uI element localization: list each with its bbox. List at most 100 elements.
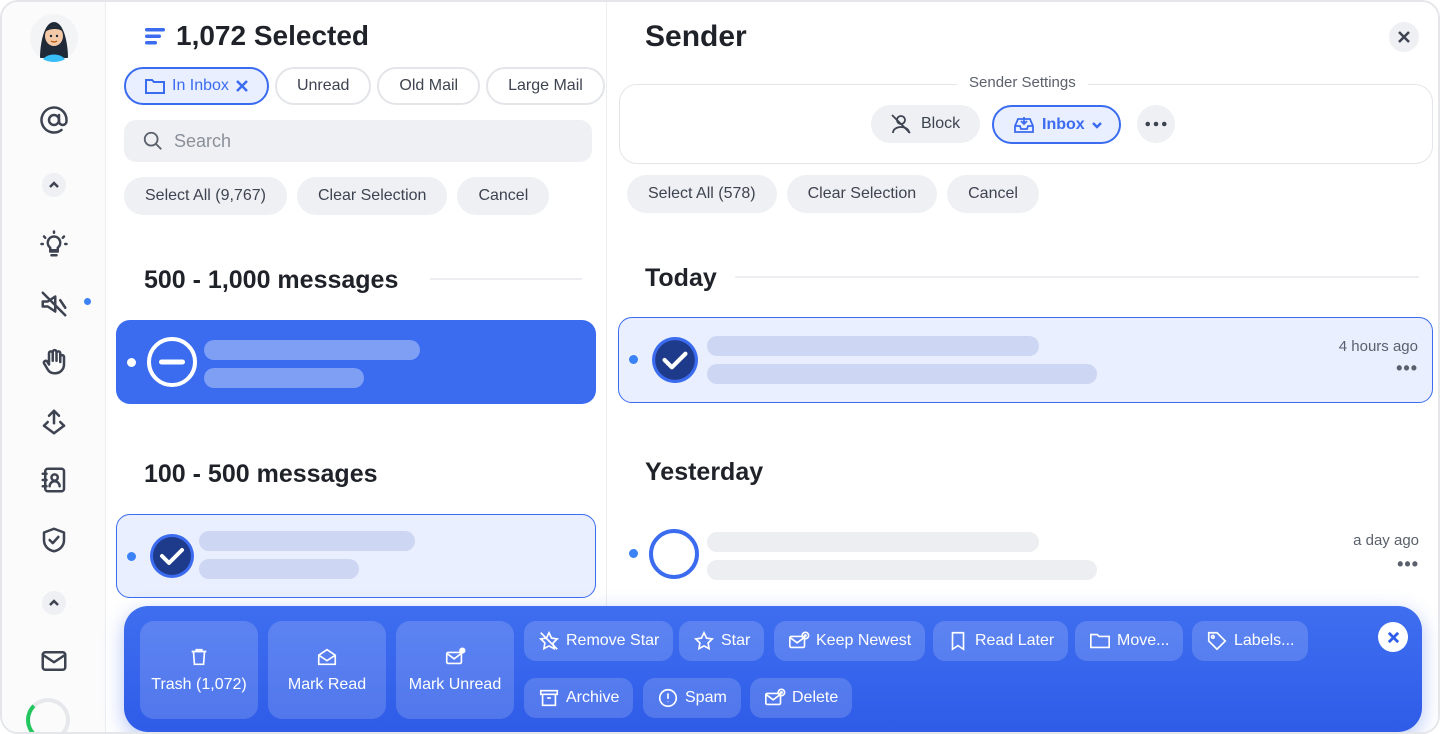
archive-button[interactable]: Archive <box>524 678 634 718</box>
alert-circle-icon <box>658 688 678 708</box>
remove-star-button[interactable]: Remove Star <box>524 621 674 661</box>
sender-group-row[interactable] <box>116 320 596 404</box>
block-label: Block <box>921 115 961 132</box>
shield-check-icon[interactable] <box>36 522 72 558</box>
move-label: Move... <box>1117 632 1170 649</box>
star-label: Star <box>721 632 751 649</box>
filter-chip-label: Unread <box>296 77 350 94</box>
bulk-action-bar: Trash (1,072) Mark Read Mark Unread Remo… <box>124 606 1422 732</box>
star-button[interactable]: Star <box>679 621 765 661</box>
block-button[interactable]: Block <box>871 105 981 143</box>
close-button[interactable] <box>1389 22 1419 52</box>
search-icon <box>143 131 162 150</box>
placeholder-bar <box>204 368 364 388</box>
chevron-up-icon[interactable] <box>42 591 66 615</box>
check-circle-icon[interactable] <box>149 533 195 579</box>
message-row[interactable]: a day ago ••• <box>618 512 1433 598</box>
muted-megaphone-icon[interactable] <box>36 286 72 322</box>
filter-chips: In Inbox Unread Old Mail Large Mail <box>124 67 606 105</box>
date-heading: Today <box>645 264 717 292</box>
placeholder-bar <box>199 559 359 579</box>
open-envelope-icon <box>317 648 337 666</box>
mail-x-icon <box>765 688 786 706</box>
placeholder-bar <box>199 531 415 551</box>
chevron-up-icon[interactable] <box>42 173 66 197</box>
filter-chip-old-mail[interactable]: Old Mail <box>377 67 481 105</box>
mark-read-button[interactable]: Mark Read <box>268 621 386 719</box>
ellipsis-icon[interactable]: ••• <box>1397 554 1419 575</box>
loading-spinner-icon <box>26 698 70 732</box>
close-icon <box>1398 31 1410 43</box>
delete-button[interactable]: Delete <box>750 678 853 718</box>
archive-icon <box>539 689 559 707</box>
select-all-button[interactable]: Select All (9,767) <box>124 177 287 215</box>
group-heading: 100 - 500 messages <box>144 460 378 488</box>
move-button[interactable]: Move... <box>1075 621 1184 661</box>
list-icon[interactable] <box>144 25 166 47</box>
search-input[interactable] <box>174 130 574 152</box>
at-sign-icon[interactable] <box>36 102 72 138</box>
close-icon[interactable] <box>235 79 249 93</box>
labels-label: Labels... <box>1234 632 1295 649</box>
chevron-down-icon <box>1091 121 1102 129</box>
unread-dot <box>127 358 136 367</box>
read-later-button[interactable]: Read Later <box>933 621 1069 661</box>
keep-newest-label: Keep Newest <box>816 632 912 649</box>
bookmark-icon <box>951 631 965 651</box>
inbox-label: Inbox <box>1042 115 1085 133</box>
ellipsis-icon[interactable]: ••• <box>1396 358 1418 379</box>
labels-button[interactable]: Labels... <box>1192 621 1309 661</box>
filter-chip-large-mail[interactable]: Large Mail <box>486 67 605 105</box>
cancel-button[interactable]: Cancel <box>947 175 1039 213</box>
message-time: a day ago <box>1353 532 1419 549</box>
placeholder-bar <box>707 364 1097 384</box>
spam-button[interactable]: Spam <box>643 678 741 718</box>
check-circle-icon[interactable] <box>651 336 699 384</box>
unread-envelope-icon <box>445 647 466 665</box>
clear-selection-button[interactable]: Clear Selection <box>296 177 448 215</box>
clear-selection-button[interactable]: Clear Selection <box>786 175 938 213</box>
filter-chip-in-inbox[interactable]: In Inbox <box>124 67 269 105</box>
trash-label: Trash (1,072) <box>151 676 247 693</box>
message-row[interactable]: 4 hours ago ••• <box>618 317 1433 403</box>
cancel-button[interactable]: Cancel <box>457 177 550 215</box>
sidebar <box>2 2 106 732</box>
filter-chip-label: Old Mail <box>399 77 459 94</box>
read-later-label: Read Later <box>975 632 1055 649</box>
message-time: 4 hours ago <box>1338 338 1418 355</box>
unread-dot <box>127 552 136 561</box>
divider <box>735 276 1419 278</box>
empty-circle-icon[interactable] <box>648 528 700 580</box>
notification-dot <box>84 298 91 305</box>
tag-icon <box>1207 631 1227 651</box>
mail-plus-icon <box>789 631 810 649</box>
search-bar[interactable] <box>124 120 592 162</box>
placeholder-bar <box>707 336 1039 356</box>
more-options-button[interactable] <box>1137 105 1175 143</box>
close-action-bar-button[interactable] <box>1378 622 1408 652</box>
hand-stop-icon[interactable] <box>36 344 72 380</box>
filter-chip-unread[interactable]: Unread <box>274 67 372 105</box>
ellipsis-icon <box>1145 121 1167 127</box>
filter-chip-label: Large Mail <box>508 77 583 94</box>
contacts-book-icon[interactable] <box>36 462 72 498</box>
placeholder-bar <box>707 532 1039 552</box>
sender-group-row[interactable] <box>116 514 596 598</box>
select-all-button[interactable]: Select All (578) <box>627 175 777 213</box>
partial-select-icon[interactable] <box>146 336 198 388</box>
date-heading: Yesterday <box>645 458 764 486</box>
lightbulb-icon[interactable] <box>36 226 72 262</box>
folder-icon <box>145 79 165 94</box>
page-title: 1,072 Selected <box>176 20 370 51</box>
trash-button[interactable]: Trash (1,072) <box>140 621 258 719</box>
keep-newest-button[interactable]: Keep Newest <box>774 621 926 661</box>
mark-unread-button[interactable]: Mark Unread <box>396 621 514 719</box>
sender-title: Sender <box>645 20 747 53</box>
star-off-icon <box>538 630 560 651</box>
move-arrows-icon[interactable] <box>36 404 72 440</box>
archive-label: Archive <box>566 689 620 706</box>
inbox-dropdown-button[interactable]: Inbox <box>992 105 1121 144</box>
avatar[interactable] <box>30 14 78 62</box>
trash-icon <box>191 648 207 666</box>
mail-icon[interactable] <box>36 643 72 679</box>
